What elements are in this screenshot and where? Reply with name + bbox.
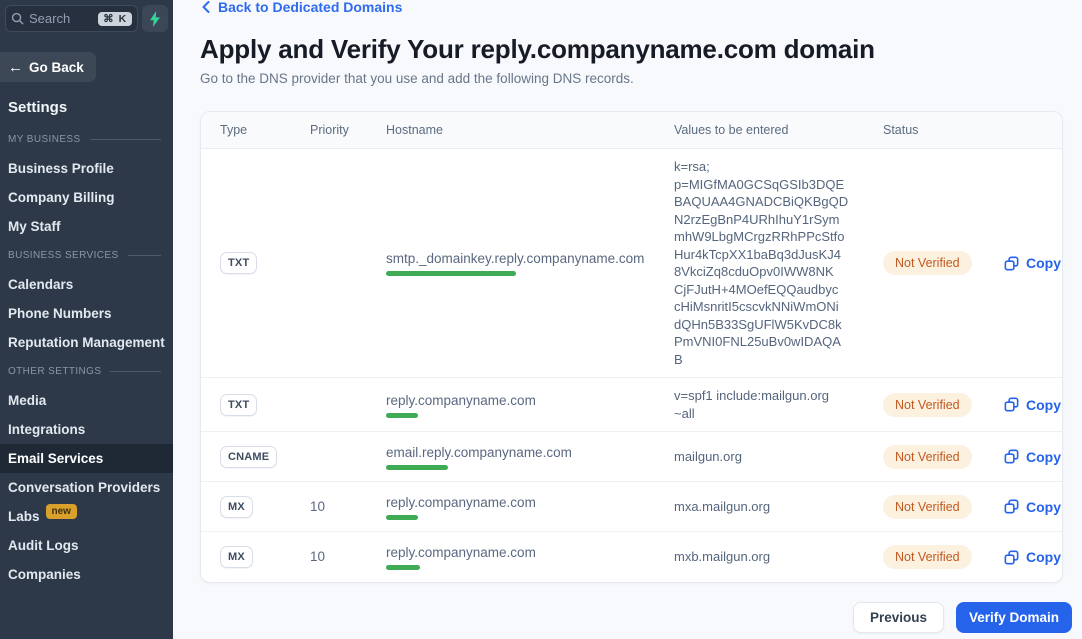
copy-button[interactable]: Copy <box>1003 255 1061 272</box>
sidebar-item-company-billing[interactable]: Company Billing <box>0 183 173 212</box>
search-row: Search ⌘ K <box>0 0 173 32</box>
section-divider <box>90 139 161 140</box>
status-badge: Not Verified <box>883 445 972 469</box>
status-badge: Not Verified <box>883 251 972 275</box>
copy-icon <box>1003 498 1020 515</box>
sidebar-item-calendars[interactable]: Calendars <box>0 270 173 299</box>
section-divider <box>110 371 161 372</box>
footer-buttons: Previous Verify Domain <box>200 602 1072 633</box>
column-header-value: Values to be entered <box>674 123 883 137</box>
back-link-label: Back to Dedicated Domains <box>218 0 402 15</box>
sidebar: Search ⌘ K ← Go Back Settings MY BUSINES… <box>0 0 173 639</box>
record-type-badge: CNAME <box>220 446 277 468</box>
chevron-left-icon <box>202 1 210 13</box>
record-type-badge: TXT <box>220 252 257 274</box>
hostname-underline <box>386 271 516 276</box>
hostname-value: reply.companyname.com <box>386 393 536 408</box>
record-type-badge: MX <box>220 496 253 518</box>
column-header-priority: Priority <box>310 123 386 137</box>
verify-domain-button[interactable]: Verify Domain <box>956 602 1072 633</box>
sidebar-item-media[interactable]: Media <box>0 386 173 415</box>
go-back-label: Go Back <box>29 60 84 75</box>
back-to-dedicated-domains-link[interactable]: Back to Dedicated Domains <box>202 0 402 15</box>
hostname-value: reply.companyname.com <box>386 495 536 510</box>
sidebar-section-header: OTHER SETTINGS <box>0 357 173 386</box>
dns-records-card: TypePriorityHostnameValues to be entered… <box>200 111 1063 583</box>
record-value: k=rsa; p=MIGfMA0GCSqGSIb3DQE BAQUAA4GNAD… <box>674 158 883 368</box>
hostname-underline <box>386 515 418 520</box>
quick-actions-button[interactable] <box>142 5 168 32</box>
record-type-badge: TXT <box>220 394 257 416</box>
status-badge: Not Verified <box>883 495 972 519</box>
keyboard-shortcut-badge: ⌘ K <box>98 12 132 26</box>
sidebar-item-my-staff[interactable]: My Staff <box>0 212 173 241</box>
sidebar-section-header: MY BUSINESS <box>0 125 173 154</box>
copy-label: Copy <box>1026 549 1061 565</box>
column-header-status: Status <box>883 123 1003 137</box>
sidebar-item-conversation-providers[interactable]: Conversation Providers <box>0 473 173 502</box>
page-title: Apply and Verify Your reply.companyname.… <box>200 32 1063 66</box>
record-value: mxb.mailgun.org <box>674 548 883 566</box>
copy-label: Copy <box>1026 255 1061 271</box>
go-back-button[interactable]: ← Go Back <box>0 52 96 82</box>
column-header-type: Type <box>201 123 310 137</box>
priority-value: 10 <box>310 499 325 514</box>
hostname-value: reply.companyname.com <box>386 545 536 560</box>
copy-icon <box>1003 396 1020 413</box>
copy-icon <box>1003 549 1020 566</box>
previous-button[interactable]: Previous <box>853 602 944 633</box>
copy-icon <box>1003 448 1020 465</box>
copy-label: Copy <box>1026 397 1061 413</box>
section-divider <box>128 255 161 256</box>
sidebar-item-reputation-management[interactable]: Reputation Management <box>0 328 173 357</box>
table-row: MX 10 reply.companyname.com mxa.mailgun.… <box>201 482 1062 532</box>
sidebar-item-business-profile[interactable]: Business Profile <box>0 154 173 183</box>
record-value: v=spf1 include:mailgun.org ~all <box>674 387 883 422</box>
copy-icon <box>1003 255 1020 272</box>
table-row: TXT reply.companyname.com v=spf1 include… <box>201 378 1062 432</box>
table-header-row: TypePriorityHostnameValues to be entered… <box>201 112 1062 149</box>
copy-button[interactable]: Copy <box>1003 396 1061 413</box>
main-content: Back to Dedicated Domains Apply and Veri… <box>173 0 1082 633</box>
hostname-underline <box>386 465 448 470</box>
table-row: MX 10 reply.companyname.com mxb.mailgun.… <box>201 532 1062 582</box>
sidebar-title: Settings <box>8 99 173 116</box>
sidebar-item-labs[interactable]: Labs new <box>0 502 173 531</box>
copy-label: Copy <box>1026 499 1061 515</box>
status-badge: Not Verified <box>883 545 972 569</box>
hostname-value: email.reply.companyname.com <box>386 445 572 460</box>
new-badge: new <box>46 504 77 519</box>
hostname-underline <box>386 565 420 570</box>
sidebar-item-audit-logs[interactable]: Audit Logs <box>0 531 173 560</box>
sidebar-item-email-services[interactable]: Email Services <box>0 444 173 473</box>
back-arrow-icon: ← <box>8 60 23 75</box>
sidebar-item-companies[interactable]: Companies <box>0 560 173 589</box>
sidebar-item-phone-numbers[interactable]: Phone Numbers <box>0 299 173 328</box>
hostname-underline <box>386 413 418 418</box>
copy-button[interactable]: Copy <box>1003 498 1061 515</box>
table-body: TXT smtp._domainkey.reply.companyname.co… <box>201 149 1062 582</box>
copy-button[interactable]: Copy <box>1003 549 1061 566</box>
copy-label: Copy <box>1026 449 1061 465</box>
search-placeholder: Search <box>29 11 70 26</box>
lightning-bolt-icon <box>149 11 161 27</box>
table-row: TXT smtp._domainkey.reply.companyname.co… <box>201 149 1062 378</box>
record-value: mailgun.org <box>674 448 883 466</box>
priority-value: 10 <box>310 549 325 564</box>
sidebar-item-integrations[interactable]: Integrations <box>0 415 173 444</box>
record-type-badge: MX <box>220 546 253 568</box>
sidebar-nav: MY BUSINESS Business Profile Company Bil… <box>0 125 173 589</box>
page-subtitle: Go to the DNS provider that you use and … <box>200 69 1063 88</box>
status-badge: Not Verified <box>883 393 972 417</box>
search-icon <box>11 12 24 25</box>
copy-button[interactable]: Copy <box>1003 448 1061 465</box>
search-input[interactable]: Search ⌘ K <box>5 5 138 32</box>
column-header-hostname: Hostname <box>386 123 674 137</box>
record-value: mxa.mailgun.org <box>674 498 883 516</box>
hostname-value: smtp._domainkey.reply.companyname.com <box>386 251 644 266</box>
sidebar-section-header: BUSINESS SERVICES <box>0 241 173 270</box>
table-row: CNAME email.reply.companyname.com mailgu… <box>201 432 1062 482</box>
